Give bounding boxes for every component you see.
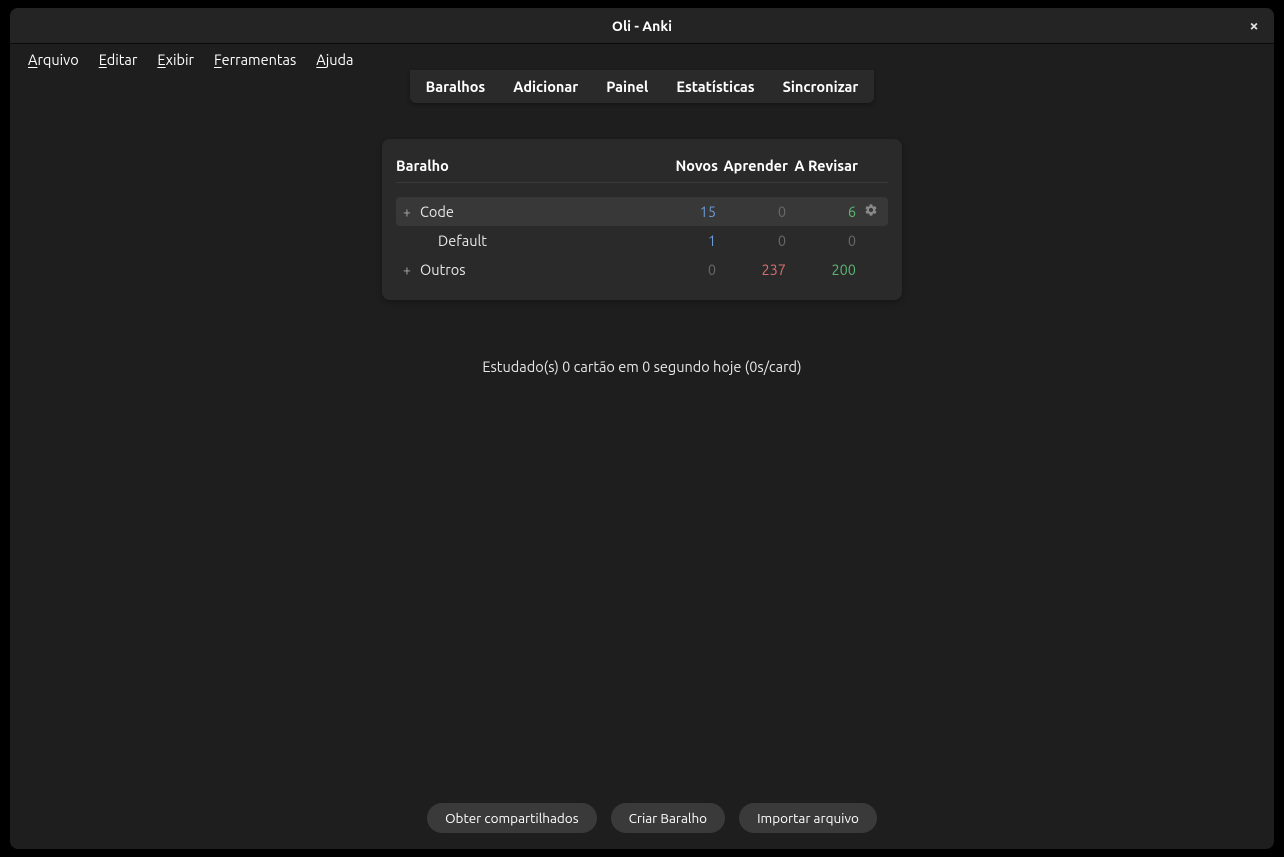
study-status: Estudado(s) 0 cartão em 0 segundo hoje (…	[482, 358, 801, 375]
deck-learn-count: 0	[716, 232, 786, 249]
menu-edit[interactable]: Editar	[91, 48, 146, 71]
deck-due-count: 200	[786, 261, 856, 278]
get-shared-button[interactable]: Obter compartilhados	[427, 803, 596, 833]
deck-name[interactable]: Default	[416, 232, 646, 249]
bottombar: Obter compartilhados Criar Baralho Impor…	[10, 803, 1274, 849]
deck-new-count: 0	[646, 261, 716, 278]
deck-row[interactable]: +Code1506	[396, 197, 888, 226]
deck-row[interactable]: Default100	[396, 226, 888, 255]
expand-toggle[interactable]: +	[398, 204, 416, 220]
deck-learn-count: 237	[716, 261, 786, 278]
titlebar: Oli - Anki ×	[10, 8, 1274, 44]
import-file-button[interactable]: Importar arquivo	[739, 803, 877, 833]
create-deck-button[interactable]: Criar Baralho	[611, 803, 726, 833]
main-content: Baralho Novos Aprender A Revisar +Code15…	[10, 103, 1274, 803]
app-window: Oli - Anki × Arquivo Editar Exibir Ferra…	[10, 8, 1274, 849]
toolbar-browse[interactable]: Painel	[604, 76, 650, 97]
header-new: Novos	[648, 157, 718, 174]
toolbar: Baralhos Adicionar Painel Estatísticas S…	[10, 70, 1274, 103]
toolbar-inner: Baralhos Adicionar Painel Estatísticas S…	[410, 70, 875, 103]
deck-new-count: 1	[646, 232, 716, 249]
header-learn: Aprender	[718, 157, 788, 174]
deck-row[interactable]: +Outros0237200	[396, 255, 888, 284]
toolbar-stats[interactable]: Estatísticas	[674, 76, 756, 97]
close-icon[interactable]: ×	[1244, 16, 1264, 36]
toolbar-decks[interactable]: Baralhos	[424, 76, 488, 97]
gear-icon[interactable]	[864, 203, 878, 220]
toolbar-add[interactable]: Adicionar	[511, 76, 580, 97]
deck-rows: +Code1506Default100+Outros0237200	[396, 197, 888, 284]
deck-due-count: 6	[786, 203, 856, 220]
deck-name[interactable]: Outros	[416, 261, 646, 278]
deck-due-count: 0	[786, 232, 856, 249]
menu-view[interactable]: Exibir	[149, 48, 202, 71]
toolbar-sync[interactable]: Sincronizar	[781, 76, 861, 97]
menu-tools[interactable]: Ferramentas	[206, 48, 304, 71]
deck-name[interactable]: Code	[416, 203, 646, 220]
header-due: A Revisar	[788, 157, 858, 174]
menu-help[interactable]: Ajuda	[308, 48, 361, 71]
expand-toggle[interactable]: +	[398, 262, 416, 278]
deck-header-row: Baralho Novos Aprender A Revisar	[396, 153, 888, 183]
deck-panel: Baralho Novos Aprender A Revisar +Code15…	[382, 139, 902, 300]
window-title: Oli - Anki	[612, 18, 672, 34]
deck-learn-count: 0	[716, 203, 786, 220]
deck-new-count: 15	[646, 203, 716, 220]
header-deck: Baralho	[396, 157, 648, 174]
menu-file[interactable]: Arquivo	[20, 48, 87, 71]
